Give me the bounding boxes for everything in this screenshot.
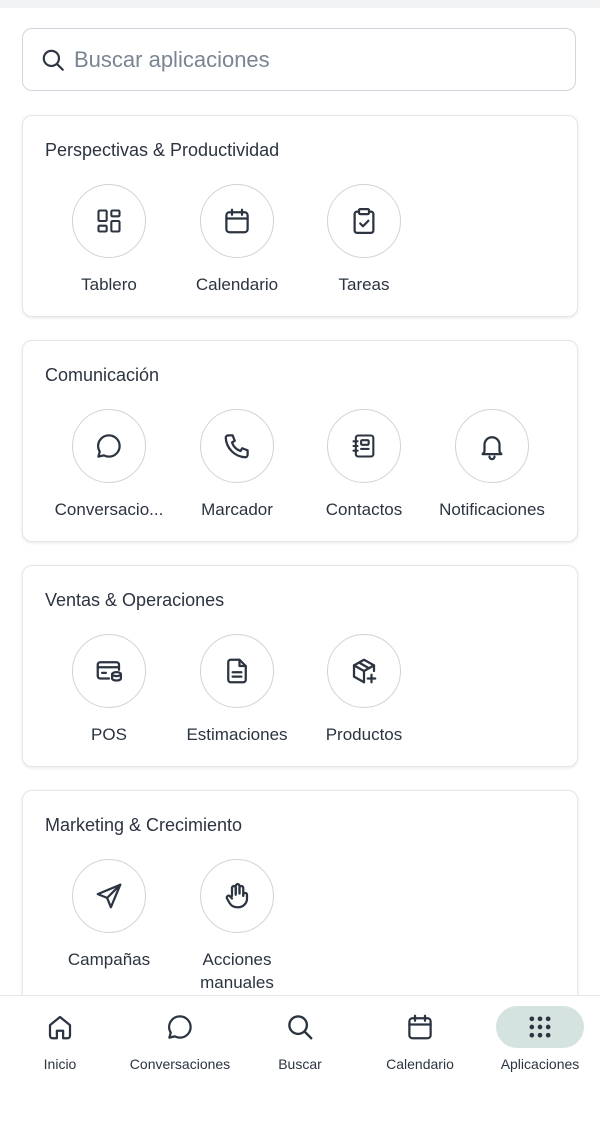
send-icon	[94, 881, 124, 911]
search-icon	[285, 1012, 315, 1042]
hand-icon	[222, 881, 252, 911]
section-comunicacion: Comunicación Conversacio... Marcador Con…	[22, 340, 578, 542]
nav-inicio[interactable]: Inicio	[0, 996, 120, 1091]
app-label: POS	[91, 725, 127, 744]
pos-card-icon	[94, 656, 124, 686]
search-input[interactable]	[72, 45, 536, 74]
app-calendario[interactable]: Calendario	[173, 184, 301, 296]
app-label: Tablero	[81, 275, 137, 294]
nav-label: Conversaciones	[129, 1056, 231, 1072]
chat-bubble-icon	[165, 1012, 195, 1042]
app-label: Productos	[325, 725, 403, 744]
bell-icon	[477, 431, 507, 461]
nav-calendario[interactable]: Calendario	[360, 996, 480, 1091]
grid-dots-icon	[526, 1013, 554, 1041]
dashboard-icon	[95, 207, 123, 235]
app-label: Contactos	[325, 500, 403, 519]
app-acciones-manuales[interactable]: Acciones manuales	[173, 859, 301, 994]
app-productos[interactable]: Productos	[300, 634, 428, 746]
box-plus-icon	[349, 656, 379, 686]
app-label: Conversacio...	[54, 500, 164, 519]
document-icon	[222, 656, 252, 686]
section-perspectivas-productividad: Perspectivas & Productividad Tablero Cal…	[22, 115, 578, 317]
nav-conversaciones[interactable]: Conversaciones	[120, 996, 240, 1091]
calendar-icon	[222, 206, 252, 236]
bottom-nav: Inicio Conversaciones Buscar Calendario …	[0, 995, 600, 1130]
nav-label: Calendario	[386, 1056, 454, 1072]
section-title: Ventas & Operaciones	[45, 590, 225, 610]
app-notificaciones[interactable]: Notificaciones	[428, 409, 556, 521]
app-label: Estimaciones	[186, 725, 288, 744]
home-icon	[45, 1012, 75, 1042]
app-label: Marcador	[201, 500, 273, 519]
search-bar[interactable]	[22, 28, 576, 91]
app-label: Notificaciones	[439, 500, 545, 519]
phone-icon	[222, 431, 252, 461]
app-contactos[interactable]: Contactos	[300, 409, 428, 521]
app-estimaciones[interactable]: Estimaciones	[173, 634, 301, 746]
calendar-icon	[405, 1012, 435, 1042]
nav-aplicaciones[interactable]: Aplicaciones	[480, 996, 600, 1091]
nav-label: Buscar	[278, 1056, 322, 1072]
app-label: Tareas	[338, 275, 390, 294]
nav-buscar[interactable]: Buscar	[240, 996, 360, 1091]
nav-label: Aplicaciones	[500, 1056, 580, 1072]
address-book-icon	[350, 432, 378, 460]
clipboard-check-icon	[349, 206, 379, 236]
app-campanas[interactable]: Campañas	[45, 859, 173, 971]
app-label: Campañas	[67, 950, 151, 969]
section-title: Perspectivas & Productividad	[45, 140, 280, 160]
app-conversaciones[interactable]: Conversacio...	[45, 409, 173, 521]
chat-bubble-icon	[94, 431, 124, 461]
section-title: Comunicación	[45, 365, 160, 385]
search-icon	[40, 47, 66, 73]
section-ventas-operaciones: Ventas & Operaciones POS Estimaciones Pr…	[22, 565, 578, 767]
nav-label: Inicio	[43, 1056, 77, 1072]
section-title: Marketing & Crecimiento	[45, 815, 243, 835]
app-tablero[interactable]: Tablero	[45, 184, 173, 296]
app-pos[interactable]: POS	[45, 634, 173, 746]
app-label: Calendario	[195, 275, 279, 294]
status-bar-strip	[0, 0, 600, 8]
app-tareas[interactable]: Tareas	[300, 184, 428, 296]
app-marcador[interactable]: Marcador	[173, 409, 301, 521]
app-label: Acciones manuales	[200, 950, 274, 992]
